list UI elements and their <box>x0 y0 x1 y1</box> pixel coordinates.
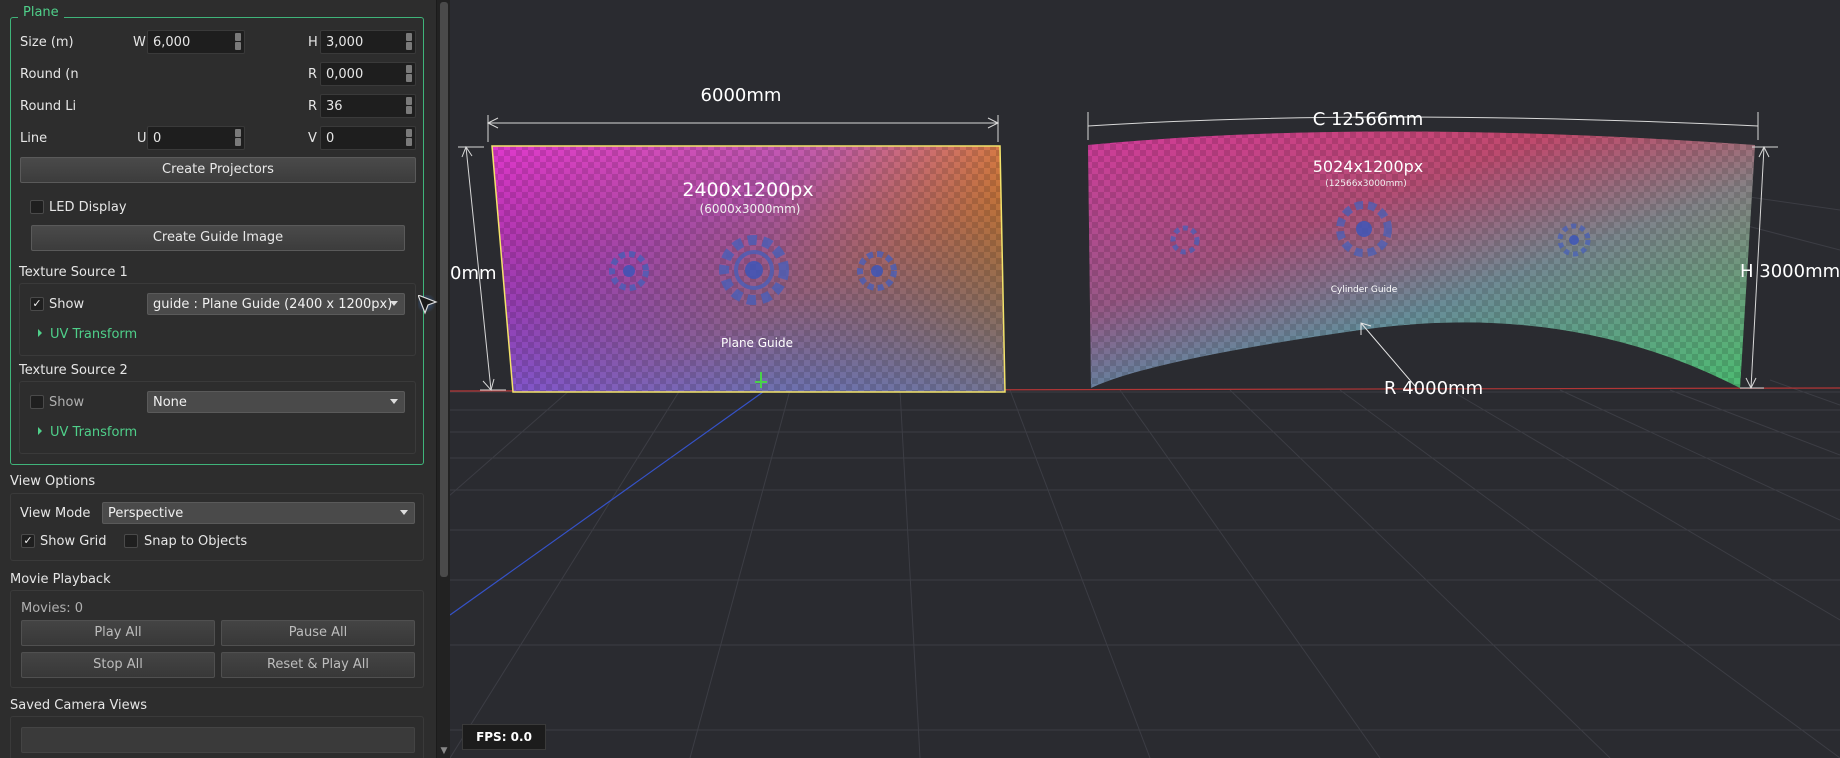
round-radius-value: 0,000 <box>326 67 364 82</box>
cylinder-circumference-label: C 12566mm <box>1313 109 1424 130</box>
3d-viewport[interactable]: 2400x1200px (6000x3000mm) Plane Guide 60… <box>450 0 1840 758</box>
snap-to-objects-checkbox[interactable] <box>124 534 138 548</box>
u-stepper[interactable] <box>233 129 242 147</box>
chevron-down-icon <box>400 510 408 515</box>
movies-count: Movies: 0 <box>21 601 84 616</box>
view-mode-value: Perspective <box>108 506 184 521</box>
pause-all-button[interactable]: Pause All <box>221 620 415 646</box>
view-options-title: View Options <box>10 474 96 489</box>
r-label: R <box>308 67 318 82</box>
v-stepper[interactable] <box>404 129 413 147</box>
tex1-show-label: Show <box>49 297 85 312</box>
cylinder-height-label: H 3000mm <box>1740 261 1840 282</box>
fps-counter: FPS: 0.0 <box>462 724 546 750</box>
u-value: 0 <box>153 131 162 146</box>
size-label: Size (m) <box>20 35 74 50</box>
round-li-label: Round Li <box>20 99 77 114</box>
plane-width-label: 6000mm <box>701 85 782 106</box>
scrollbar-thumb[interactable] <box>440 2 448 577</box>
plane-guide-label: Plane Guide <box>721 336 793 350</box>
texture-source-2-title: Texture Source 2 <box>19 363 128 378</box>
line-label: Line <box>20 131 48 146</box>
led-display-label: LED Display <box>49 200 127 215</box>
round-lines-value: 36 <box>326 99 343 114</box>
round-n-label: Round (n <box>20 67 79 82</box>
snap-to-objects-label: Snap to Objects <box>144 534 248 549</box>
stop-all-button[interactable]: Stop All <box>21 652 215 678</box>
scene-canvas: 2400x1200px (6000x3000mm) Plane Guide 60… <box>450 85 1840 758</box>
width-value: 6,000 <box>153 35 191 50</box>
texture-source-1-title: Texture Source 1 <box>19 265 128 280</box>
properties-panel: Plane Size (m) W 6,000 H 3,000 Round (n … <box>0 0 436 758</box>
width-field[interactable]: 6,000 <box>147 30 245 54</box>
tex1-source-select[interactable]: guide : Plane Guide (2400 x 1200px) <box>147 293 405 315</box>
saved-camera-views-title: Saved Camera Views <box>10 698 148 713</box>
led-display-checkbox[interactable] <box>30 200 44 214</box>
plane-height-label: 0mm <box>450 263 497 284</box>
mouse-cursor-icon <box>418 295 438 315</box>
show-grid-checkbox[interactable]: ✓ <box>21 534 35 548</box>
round-radius-field[interactable]: 0,000 <box>320 62 416 86</box>
cylinder-mm-label: (12566x3000mm) <box>1325 179 1406 189</box>
tex1-show-checkbox[interactable]: ✓ <box>30 297 44 311</box>
plane-mm-label: (6000x3000mm) <box>700 202 801 216</box>
show-grid-label: Show Grid <box>40 534 107 549</box>
plane-group-title: Plane <box>18 5 64 20</box>
scroll-down-icon[interactable]: ▼ <box>439 746 449 756</box>
tex1-source-value: guide : Plane Guide (2400 x 1200px) <box>153 297 393 312</box>
height-stepper[interactable] <box>404 33 413 51</box>
plane-px-label: 2400x1200px <box>682 179 813 201</box>
cylinder-radius-label: R 4000mm <box>1384 378 1483 399</box>
cylinder-guide-label: Cylinder Guide <box>1331 285 1398 295</box>
movie-playback-title: Movie Playback <box>10 572 111 587</box>
chevron-right-icon <box>38 427 42 435</box>
r2-label: R <box>308 99 318 114</box>
tex1-uv-transform-label: UV Transform <box>50 327 138 342</box>
w-label: W <box>133 35 146 50</box>
h-label: H <box>308 35 318 50</box>
chevron-down-icon <box>390 399 398 404</box>
tex2-source-select[interactable]: None <box>147 391 405 413</box>
chevron-down-icon <box>390 301 398 306</box>
view-mode-select[interactable]: Perspective <box>102 502 415 524</box>
v-value: 0 <box>326 131 335 146</box>
cylinder-px-label: 5024x1200px <box>1313 157 1424 176</box>
tex2-source-value: None <box>153 395 187 410</box>
create-guide-image-button[interactable]: Create Guide Image <box>31 225 405 251</box>
tex2-show-checkbox[interactable] <box>30 395 44 409</box>
tex2-uv-transform-label: UV Transform <box>50 425 138 440</box>
round-radius-stepper[interactable] <box>404 65 413 83</box>
saved-camera-views-list[interactable] <box>21 727 415 753</box>
round-lines-stepper[interactable] <box>404 97 413 115</box>
plane-width-dimension <box>486 115 1000 142</box>
play-all-button[interactable]: Play All <box>21 620 215 646</box>
tex2-uv-transform-toggle[interactable]: UV Transform <box>38 425 137 440</box>
round-lines-field[interactable]: 36 <box>320 94 416 118</box>
u-field[interactable]: 0 <box>147 126 245 150</box>
u-label: U <box>137 131 147 146</box>
reset-play-all-button[interactable]: Reset & Play All <box>221 652 415 678</box>
height-field[interactable]: 3,000 <box>320 30 416 54</box>
v-field[interactable]: 0 <box>320 126 416 150</box>
create-projectors-button[interactable]: Create Projectors <box>20 157 416 183</box>
view-mode-label: View Mode <box>20 506 91 521</box>
height-value: 3,000 <box>326 35 364 50</box>
tex1-uv-transform-toggle[interactable]: UV Transform <box>38 327 137 342</box>
tex2-show-label: Show <box>49 395 85 410</box>
z-axis <box>450 391 764 616</box>
width-stepper[interactable] <box>233 33 242 51</box>
v-label: V <box>308 131 317 146</box>
cylinder-radius-dimension <box>1360 322 1416 387</box>
chevron-right-icon <box>38 329 42 337</box>
panel-scrollbar[interactable]: ▼ <box>436 0 450 758</box>
